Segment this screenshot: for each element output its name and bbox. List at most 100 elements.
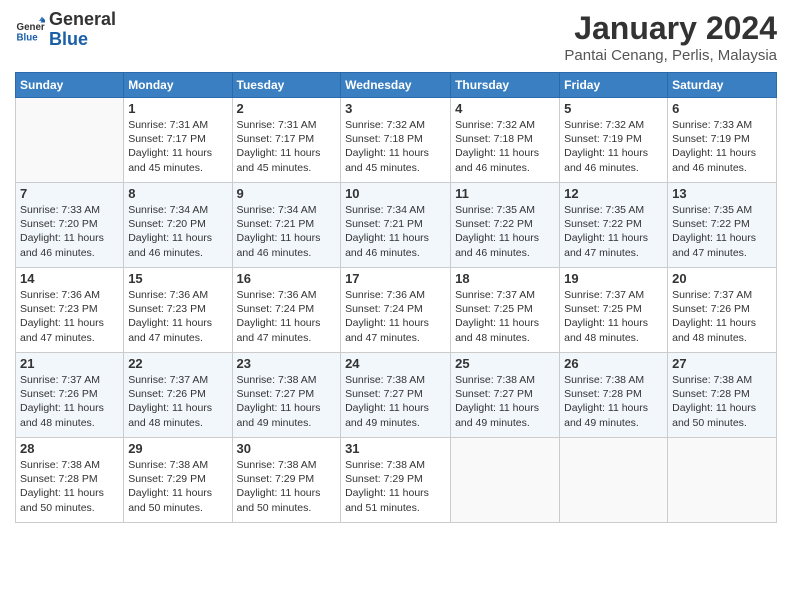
day-number: 24: [345, 356, 446, 371]
calendar-cell: 31Sunrise: 7:38 AM Sunset: 7:29 PM Dayli…: [341, 438, 451, 523]
day-number: 10: [345, 186, 446, 201]
day-number: 19: [564, 271, 663, 286]
calendar-cell: 21Sunrise: 7:37 AM Sunset: 7:26 PM Dayli…: [16, 353, 124, 438]
day-number: 20: [672, 271, 772, 286]
day-info: Sunrise: 7:34 AM Sunset: 7:21 PM Dayligh…: [345, 203, 446, 260]
day-number: 30: [237, 441, 337, 456]
calendar-cell: 2Sunrise: 7:31 AM Sunset: 7:17 PM Daylig…: [232, 98, 341, 183]
calendar-cell: 25Sunrise: 7:38 AM Sunset: 7:27 PM Dayli…: [451, 353, 560, 438]
calendar-cell: 18Sunrise: 7:37 AM Sunset: 7:25 PM Dayli…: [451, 268, 560, 353]
day-info: Sunrise: 7:38 AM Sunset: 7:29 PM Dayligh…: [128, 458, 227, 515]
day-info: Sunrise: 7:35 AM Sunset: 7:22 PM Dayligh…: [672, 203, 772, 260]
day-number: 21: [20, 356, 119, 371]
day-number: 5: [564, 101, 663, 116]
calendar-cell: 7 Sunrise: 7:33 AM Sunset: 7:20 PM Daylig…: [16, 183, 124, 268]
day-info: Sunrise: 7:36 AM Sunset: 7:23 PM Dayligh…: [128, 288, 227, 345]
calendar-cell: 15 Sunrise: 7:36 AM Sunset: 7:23 PM Dayli…: [124, 268, 232, 353]
calendar-cell: [668, 438, 777, 523]
calendar-cell: 1 Sunrise: 7:31 AM Sunset: 7:17 PM Daylig…: [124, 98, 232, 183]
calendar-cell: 19 Sunrise: 7:37 AM Sunset: 7:25 PM Dayli…: [560, 268, 668, 353]
day-header-sunday: Sunday: [16, 73, 124, 98]
day-info: Sunrise: 7:31 AM Sunset: 7:17 PM Dayligh…: [128, 118, 227, 175]
month-title: January 2024: [564, 10, 777, 47]
calendar-table: SundayMondayTuesdayWednesdayThursdayFrid…: [15, 72, 777, 523]
calendar-week-5: 28 Sunrise: 7:38 AM Sunset: 7:28 PM Dayli…: [16, 438, 777, 523]
day-info: Sunrise: 7:34 AM Sunset: 7:21 PM Dayligh…: [237, 203, 337, 260]
day-info: Sunrise: 7:36 AM Sunset: 7:23 PM Dayligh…: [20, 288, 119, 345]
calendar-cell: 27 Sunrise: 7:38 AM Sunset: 7:28 PM Dayli…: [668, 353, 777, 438]
day-number: 15: [128, 271, 227, 286]
day-number: 29: [128, 441, 227, 456]
calendar-cell: 20 Sunrise: 7:37 AM Sunset: 7:26 PM Dayli…: [668, 268, 777, 353]
calendar-cell: 16 Sunrise: 7:36 AM Sunset: 7:24 PM Dayli…: [232, 268, 341, 353]
day-number: 11: [455, 186, 555, 201]
calendar-cell: 24 Sunrise: 7:38 AM Sunset: 7:27 PM Dayli…: [341, 353, 451, 438]
day-info: Sunrise: 7:37 AM Sunset: 7:25 PM Dayligh…: [455, 288, 555, 345]
calendar-cell: [560, 438, 668, 523]
calendar-cell: [16, 98, 124, 183]
svg-text:General: General: [17, 22, 46, 33]
calendar-cell: 3 Sunrise: 7:32 AM Sunset: 7:18 PM Daylig…: [341, 98, 451, 183]
day-info: Sunrise: 7:37 AM Sunset: 7:25 PM Dayligh…: [564, 288, 663, 345]
calendar-cell: [451, 438, 560, 523]
location: Pantai Cenang, Perlis, Malaysia: [564, 47, 777, 64]
calendar-cell: 5 Sunrise: 7:32 AM Sunset: 7:19 PM Daylig…: [560, 98, 668, 183]
day-header-tuesday: Tuesday: [232, 73, 341, 98]
day-header-wednesday: Wednesday: [341, 73, 451, 98]
calendar-cell: 14 Sunrise: 7:36 AM Sunset: 7:23 PM Dayli…: [16, 268, 124, 353]
calendar-cell: 12Sunrise: 7:35 AM Sunset: 7:22 PM Dayli…: [560, 183, 668, 268]
day-info: Sunrise: 7:32 AM Sunset: 7:18 PM Dayligh…: [455, 118, 555, 175]
calendar-cell: 4 Sunrise: 7:32 AM Sunset: 7:18 PM Daylig…: [451, 98, 560, 183]
day-info: Sunrise: 7:35 AM Sunset: 7:22 PM Dayligh…: [455, 203, 555, 260]
day-number: 22: [128, 356, 227, 371]
day-number: 13: [672, 186, 772, 201]
day-info: Sunrise: 7:38 AM Sunset: 7:28 PM Dayligh…: [564, 373, 663, 430]
day-number: 3: [345, 101, 446, 116]
calendar-cell: 9Sunrise: 7:34 AM Sunset: 7:21 PM Daylig…: [232, 183, 341, 268]
day-info: Sunrise: 7:36 AM Sunset: 7:24 PM Dayligh…: [345, 288, 446, 345]
svg-text:Blue: Blue: [17, 32, 39, 43]
day-info: Sunrise: 7:38 AM Sunset: 7:29 PM Dayligh…: [237, 458, 337, 515]
day-info: Sunrise: 7:38 AM Sunset: 7:28 PM Dayligh…: [20, 458, 119, 515]
day-header-monday: Monday: [124, 73, 232, 98]
day-info: Sunrise: 7:38 AM Sunset: 7:28 PM Dayligh…: [672, 373, 772, 430]
calendar-week-2: 7 Sunrise: 7:33 AM Sunset: 7:20 PM Daylig…: [16, 183, 777, 268]
calendar-week-4: 21Sunrise: 7:37 AM Sunset: 7:26 PM Dayli…: [16, 353, 777, 438]
day-info: Sunrise: 7:32 AM Sunset: 7:19 PM Dayligh…: [564, 118, 663, 175]
logo-general: General: [49, 10, 116, 30]
logo-blue: Blue: [49, 30, 116, 50]
day-header-thursday: Thursday: [451, 73, 560, 98]
calendar-cell: 13 Sunrise: 7:35 AM Sunset: 7:22 PM Dayli…: [668, 183, 777, 268]
calendar-cell: 22Sunrise: 7:37 AM Sunset: 7:26 PM Dayli…: [124, 353, 232, 438]
day-number: 8: [128, 186, 227, 201]
calendar-cell: 11 Sunrise: 7:35 AM Sunset: 7:22 PM Dayli…: [451, 183, 560, 268]
day-info: Sunrise: 7:37 AM Sunset: 7:26 PM Dayligh…: [672, 288, 772, 345]
day-info: Sunrise: 7:34 AM Sunset: 7:20 PM Dayligh…: [128, 203, 227, 260]
calendar-cell: 23 Sunrise: 7:38 AM Sunset: 7:27 PM Dayli…: [232, 353, 341, 438]
logo: General Blue General Blue: [15, 10, 116, 50]
day-info: Sunrise: 7:38 AM Sunset: 7:27 PM Dayligh…: [455, 373, 555, 430]
day-number: 31: [345, 441, 446, 456]
day-info: Sunrise: 7:38 AM Sunset: 7:27 PM Dayligh…: [345, 373, 446, 430]
day-info: Sunrise: 7:33 AM Sunset: 7:19 PM Dayligh…: [672, 118, 772, 175]
calendar-header-row: SundayMondayTuesdayWednesdayThursdayFrid…: [16, 73, 777, 98]
day-number: 28: [20, 441, 119, 456]
day-info: Sunrise: 7:33 AM Sunset: 7:20 PM Dayligh…: [20, 203, 119, 260]
day-number: 27: [672, 356, 772, 371]
day-number: 4: [455, 101, 555, 116]
calendar-cell: 29 Sunrise: 7:38 AM Sunset: 7:29 PM Dayli…: [124, 438, 232, 523]
day-number: 23: [237, 356, 337, 371]
calendar-cell: 17Sunrise: 7:36 AM Sunset: 7:24 PM Dayli…: [341, 268, 451, 353]
day-number: 16: [237, 271, 337, 286]
day-info: Sunrise: 7:32 AM Sunset: 7:18 PM Dayligh…: [345, 118, 446, 175]
day-number: 1: [128, 101, 227, 116]
calendar-cell: 10 Sunrise: 7:34 AM Sunset: 7:21 PM Dayli…: [341, 183, 451, 268]
calendar-cell: 30 Sunrise: 7:38 AM Sunset: 7:29 PM Dayli…: [232, 438, 341, 523]
day-number: 7: [20, 186, 119, 201]
day-number: 14: [20, 271, 119, 286]
calendar-cell: 6Sunrise: 7:33 AM Sunset: 7:19 PM Daylig…: [668, 98, 777, 183]
day-info: Sunrise: 7:36 AM Sunset: 7:24 PM Dayligh…: [237, 288, 337, 345]
day-info: Sunrise: 7:38 AM Sunset: 7:27 PM Dayligh…: [237, 373, 337, 430]
calendar-cell: 8 Sunrise: 7:34 AM Sunset: 7:20 PM Daylig…: [124, 183, 232, 268]
calendar-cell: 28 Sunrise: 7:38 AM Sunset: 7:28 PM Dayli…: [16, 438, 124, 523]
